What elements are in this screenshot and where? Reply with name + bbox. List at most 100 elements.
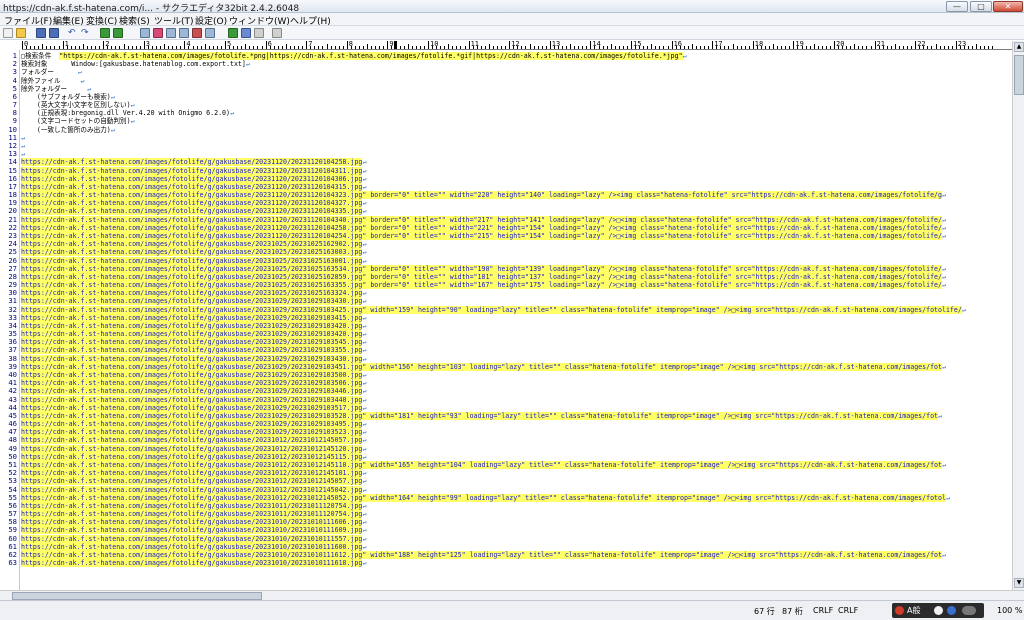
matched-url[interactable]: https://cdn-ak.f.st-hatena.com/images/fo… — [21, 281, 942, 290]
matched-url[interactable]: https://cdn-ak.f.st-hatena.com/images/fo… — [21, 346, 363, 355]
matched-url[interactable]: https://cdn-ak.f.st-hatena.com/images/fo… — [21, 240, 363, 249]
status-zoom[interactable]: 100 % — [997, 606, 1022, 615]
matched-url[interactable]: https://cdn-ak.f.st-hatena.com/images/fo… — [21, 199, 363, 208]
save-all-icon[interactable] — [49, 28, 59, 38]
matched-url[interactable]: https://cdn-ak.f.st-hatena.com/images/fo… — [21, 321, 363, 330]
matched-url[interactable]: https://cdn-ak.f.st-hatena.com/images/fo… — [21, 215, 942, 224]
matched-url[interactable]: https://cdn-ak.f.st-hatena.com/images/fo… — [21, 452, 363, 461]
matched-url[interactable]: https://cdn-ak.f.st-hatena.com/images/fo… — [21, 354, 363, 363]
status-eol-code[interactable]: CRLF — [838, 606, 858, 615]
minimize-button[interactable]: — — [946, 1, 968, 12]
title-bar[interactable]: https://cdn-ak.f.st-hatena.com/i... - サク… — [0, 0, 1024, 14]
ime-indicator[interactable]: A般 — [892, 603, 984, 618]
matched-url[interactable]: https://cdn-ak.f.st-hatena.com/images/fo… — [21, 395, 363, 404]
matched-url[interactable]: https://cdn-ak.f.st-hatena.com/images/fo… — [21, 501, 363, 510]
matched-url[interactable]: https://cdn-ak.f.st-hatena.com/images/fo… — [21, 526, 363, 535]
search-icon[interactable] — [140, 28, 150, 38]
compare-icon[interactable] — [254, 28, 264, 38]
matched-url[interactable]: https://cdn-ak.f.st-hatena.com/images/fo… — [21, 313, 363, 322]
outline-icon[interactable] — [241, 28, 251, 38]
matched-url[interactable]: https://cdn-ak.f.st-hatena.com/images/fo… — [21, 510, 363, 519]
matched-url[interactable]: https://cdn-ak.f.st-hatena.com/images/fo… — [21, 297, 363, 306]
ruler-tick — [354, 46, 356, 49]
ruler-tick — [821, 46, 823, 49]
matched-url[interactable]: https://cdn-ak.f.st-hatena.com/images/fo… — [21, 289, 363, 298]
matched-url[interactable]: https://cdn-ak.f.st-hatena.com/images/fo… — [21, 485, 363, 494]
new-file-icon[interactable] — [3, 28, 13, 38]
ruler-tick — [448, 44, 450, 49]
matched-url[interactable]: https://cdn-ak.f.st-hatena.com/images/fo… — [21, 411, 939, 420]
result-line[interactable]: https://cdn-ak.f.st-hatena.com/images/fo… — [21, 559, 366, 568]
matched-url[interactable]: https://cdn-ak.f.st-hatena.com/images/fo… — [21, 420, 363, 429]
matched-url[interactable]: https://cdn-ak.f.st-hatena.com/images/fo… — [21, 330, 363, 339]
matched-url[interactable]: https://cdn-ak.f.st-hatena.com/images/fo… — [21, 550, 942, 559]
ruler-tick — [959, 46, 961, 49]
ime-settings-icon[interactable] — [934, 606, 943, 615]
matched-url[interactable]: https://cdn-ak.f.st-hatena.com/images/fo… — [21, 256, 363, 265]
editor-line[interactable]: (一致した箇所のみ出力)↵ — [21, 126, 115, 135]
matched-url[interactable]: https://cdn-ak.f.st-hatena.com/images/fo… — [21, 248, 363, 257]
tag-jump-icon[interactable] — [228, 28, 238, 38]
ruler-major-tick — [915, 41, 917, 49]
horizontal-scroll-thumb[interactable] — [12, 592, 262, 600]
vertical-scrollbar[interactable]: ▲ ▼ — [1012, 41, 1024, 590]
grep-icon[interactable] — [192, 28, 202, 38]
close-button[interactable]: ✕ — [993, 1, 1023, 12]
matched-url[interactable]: https://cdn-ak.f.st-hatena.com/images/fo… — [21, 542, 363, 551]
matched-url[interactable]: https://cdn-ak.f.st-hatena.com/images/fo… — [21, 461, 942, 469]
help-icon[interactable] — [947, 606, 956, 615]
horizontal-scrollbar[interactable] — [0, 590, 1024, 600]
matched-url[interactable]: https://cdn-ak.f.st-hatena.com/images/fo… — [21, 469, 363, 478]
undo-icon[interactable]: ↶ — [68, 28, 78, 38]
matched-url[interactable]: https://cdn-ak.f.st-hatena.com/images/fo… — [21, 338, 363, 347]
matched-url[interactable]: https://cdn-ak.f.st-hatena.com/images/fo… — [21, 166, 363, 175]
matched-url[interactable]: https://cdn-ak.f.st-hatena.com/images/fo… — [21, 207, 363, 216]
matched-url[interactable]: https://cdn-ak.f.st-hatena.com/images/fo… — [21, 182, 363, 191]
matched-url[interactable]: https://cdn-ak.f.st-hatena.com/images/fo… — [21, 223, 942, 232]
bookmark-icon[interactable] — [205, 28, 215, 38]
matched-url[interactable]: https://cdn-ak.f.st-hatena.com/images/fo… — [21, 174, 363, 183]
replace-icon[interactable] — [179, 28, 189, 38]
matched-url[interactable]: https://cdn-ak.f.st-hatena.com/images/fo… — [21, 305, 962, 314]
search-next-icon[interactable] — [166, 28, 176, 38]
matched-url[interactable]: https://cdn-ak.f.st-hatena.com/images/fo… — [21, 436, 363, 445]
matched-url[interactable]: https://cdn-ak.f.st-hatena.com/images/fo… — [21, 158, 363, 167]
matched-url[interactable]: https://cdn-ak.f.st-hatena.com/images/fo… — [21, 371, 363, 380]
matched-url[interactable]: https://cdn-ak.f.st-hatena.com/images/fo… — [21, 493, 946, 502]
ruler-tick — [598, 46, 600, 49]
matched-url[interactable]: https://cdn-ak.f.st-hatena.com/images/fo… — [21, 518, 363, 527]
ruler-tick — [245, 44, 247, 49]
ruler-tick — [967, 46, 969, 49]
matched-url[interactable]: https://cdn-ak.f.st-hatena.com/images/fo… — [21, 403, 363, 412]
matched-url[interactable]: https://cdn-ak.f.st-hatena.com/images/fo… — [21, 477, 363, 486]
matched-url[interactable]: https://cdn-ak.f.st-hatena.com/images/fo… — [21, 428, 363, 437]
keyboard-icon[interactable] — [962, 606, 976, 615]
matched-url[interactable]: https://cdn-ak.f.st-hatena.com/images/fo… — [21, 264, 942, 273]
jump-forward-icon[interactable] — [113, 28, 123, 38]
eol-mark: ↵ — [362, 510, 367, 519]
text-editor[interactable]: □検索条件 "https://cdn-ak.f.st-hatena.com/im… — [21, 50, 1012, 590]
redo-icon[interactable]: ↷ — [81, 28, 91, 38]
scroll-down-icon[interactable]: ▼ — [1014, 578, 1024, 588]
matched-url[interactable]: https://cdn-ak.f.st-hatena.com/images/fo… — [21, 444, 363, 453]
maximize-button[interactable]: □ — [970, 1, 992, 12]
vertical-scroll-thumb[interactable] — [1014, 55, 1024, 95]
eol-mark: ↵ — [362, 379, 367, 388]
matched-url[interactable]: https://cdn-ak.f.st-hatena.com/images/fo… — [21, 191, 942, 200]
search-prev-icon[interactable] — [153, 28, 163, 38]
eol-mark: ↵ — [362, 452, 367, 461]
open-file-icon[interactable] — [16, 28, 26, 38]
matched-url[interactable]: https://cdn-ak.f.st-hatena.com/images/fo… — [21, 272, 942, 281]
matched-url[interactable]: https://cdn-ak.f.st-hatena.com/images/fo… — [21, 387, 363, 396]
matched-url[interactable]: https://cdn-ak.f.st-hatena.com/images/fo… — [21, 231, 942, 240]
matched-url[interactable]: https://cdn-ak.f.st-hatena.com/images/fo… — [21, 379, 363, 388]
ruler-major-tick — [22, 41, 23, 49]
jump-back-icon[interactable] — [100, 28, 110, 38]
matched-url[interactable]: https://cdn-ak.f.st-hatena.com/images/fo… — [21, 534, 363, 543]
settings-icon[interactable] — [272, 28, 282, 38]
status-eol-mode[interactable]: CRLF — [813, 606, 833, 615]
matched-url[interactable]: https://cdn-ak.f.st-hatena.com/images/fo… — [21, 559, 363, 568]
matched-url[interactable]: https://cdn-ak.f.st-hatena.com/images/fo… — [21, 362, 942, 371]
save-icon[interactable] — [36, 28, 46, 38]
scroll-up-icon[interactable]: ▲ — [1014, 42, 1024, 52]
